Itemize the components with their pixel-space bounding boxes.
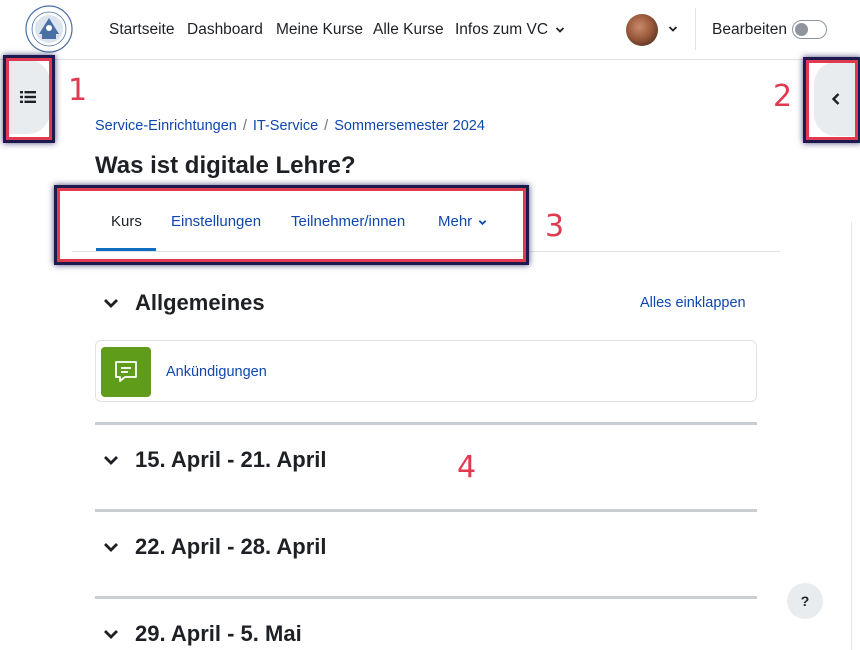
chevron-down-icon — [103, 628, 123, 640]
chevron-down-icon — [103, 297, 123, 309]
tab-kurs[interactable]: Kurs — [111, 213, 142, 230]
active-tab-indicator — [96, 248, 156, 251]
annotation-number: 2 — [773, 79, 793, 114]
breadcrumb-separator: / — [324, 118, 329, 134]
nav-meine-kurse[interactable]: Meine Kurse — [276, 20, 363, 40]
chevron-down-icon — [103, 454, 123, 466]
user-menu-chevron-icon[interactable] — [668, 24, 678, 34]
section-divider — [95, 509, 757, 512]
section-header[interactable]: Allgemeines — [103, 290, 265, 316]
secondary-navigation: Kurs Einstellungen Teilnehmer/innen Mehr — [72, 200, 780, 252]
toggle-knob — [795, 23, 808, 36]
chevron-down-icon — [103, 541, 123, 553]
edit-mode-toggle[interactable] — [792, 20, 827, 39]
tab-mehr-label: Mehr — [438, 213, 473, 230]
block-drawer-button[interactable] — [814, 62, 858, 136]
breadcrumb: Service-Einrichtungen / IT-Service / Sommers… — [95, 118, 485, 134]
section-title: Allgemeines — [135, 290, 265, 315]
annotation-number: 3 — [545, 209, 565, 244]
breadcrumb-item[interactable]: Service-Einrichtungen — [95, 118, 237, 134]
user-avatar[interactable] — [626, 14, 658, 46]
section-header[interactable]: 29. April - 5. Mai — [103, 621, 302, 647]
scrollbar-track[interactable] — [851, 222, 852, 650]
tab-teilnehmer[interactable]: Teilnehmer/innen — [291, 213, 405, 230]
course-index-drawer-button[interactable] — [6, 60, 50, 134]
university-logo[interactable] — [24, 4, 74, 54]
breadcrumb-item[interactable]: Sommersemester 2024 — [334, 118, 485, 134]
nav-infos-label: Infos zum VC — [455, 21, 549, 38]
chevron-down-icon — [556, 27, 565, 33]
breadcrumb-separator: / — [242, 118, 247, 134]
section-header[interactable]: 15. April - 21. April — [103, 447, 327, 473]
activity-name[interactable]: Ankündigungen — [166, 364, 267, 380]
edit-mode-label: Bearbeiten — [712, 21, 787, 38]
nav-infos-zum-vc[interactable]: Infos zum VC — [455, 20, 565, 40]
page-title: Was ist digitale Lehre? — [95, 152, 356, 179]
annotation-number: 4 — [457, 450, 477, 485]
top-navbar: Startseite Dashboard Meine Kurse Alle Ku… — [0, 0, 860, 60]
section-header[interactable]: 22. April - 28. April — [103, 534, 327, 560]
tab-mehr[interactable]: Mehr — [438, 213, 487, 230]
help-button[interactable]: ? — [787, 583, 823, 619]
annotation-number: 1 — [68, 73, 88, 108]
section-divider — [95, 422, 757, 425]
nav-alle-kurse[interactable]: Alle Kurse — [373, 20, 444, 40]
nav-startseite[interactable]: Startseite — [109, 20, 174, 40]
section-title: 22. April - 28. April — [135, 534, 327, 559]
navbar-divider — [695, 8, 696, 50]
section-title: 29. April - 5. Mai — [135, 621, 302, 646]
forum-icon — [101, 347, 151, 397]
chevron-left-icon — [831, 93, 840, 105]
section-divider — [95, 596, 757, 599]
breadcrumb-item[interactable]: IT-Service — [253, 118, 318, 134]
activity-item[interactable]: Ankündigungen — [95, 340, 757, 402]
chevron-down-icon — [479, 219, 487, 225]
list-icon — [20, 91, 36, 103]
collapse-all-link[interactable]: Alles einklappen — [640, 295, 746, 311]
nav-dashboard[interactable]: Dashboard — [187, 20, 263, 40]
section-title: 15. April - 21. April — [135, 447, 327, 472]
tab-einstellungen[interactable]: Einstellungen — [171, 213, 261, 230]
